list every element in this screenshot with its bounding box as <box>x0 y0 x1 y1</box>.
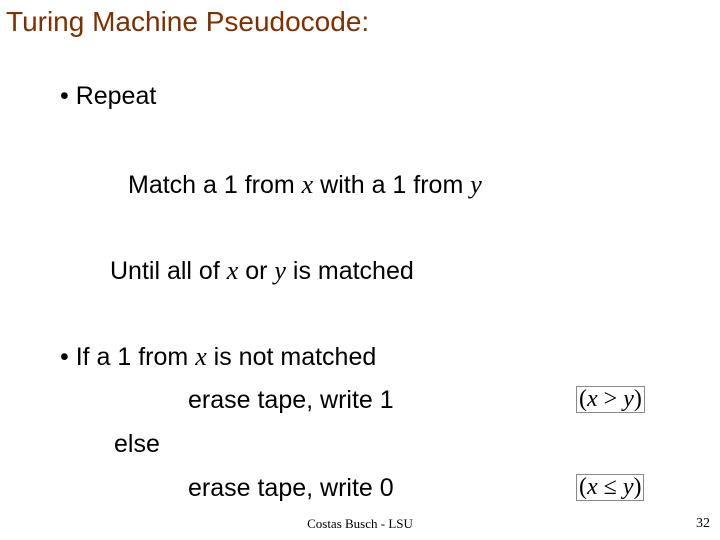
slide-title: Turing Machine Pseudocode: <box>6 6 369 38</box>
var-x: x <box>302 170 314 199</box>
paren-open: ( <box>579 386 587 412</box>
var-y: y <box>623 386 634 412</box>
text-until-or: or <box>238 257 274 285</box>
text-match-before-x: Match a 1 from <box>128 171 302 199</box>
condition-x-gt-y: (x > y) <box>576 386 645 413</box>
paren-close: ) <box>633 474 641 500</box>
footer-author: Costas Busch - LSU <box>0 516 720 532</box>
paren-close: ) <box>634 386 642 412</box>
line-erase-1: erase tape, write 1 <box>188 386 394 415</box>
bullet-repeat: • Repeat <box>60 82 156 111</box>
var-y: y <box>470 170 482 199</box>
line-else: else <box>114 430 160 459</box>
rel-le: ≤ <box>598 474 623 500</box>
line-erase-2: erase tape, write 0 <box>188 474 394 503</box>
var-x: x <box>227 256 239 285</box>
line-match: Match a 1 from x with a 1 from y <box>128 170 482 200</box>
var-x: x <box>587 386 598 412</box>
var-y: y <box>274 256 286 285</box>
text-if-after: is not matched <box>207 343 377 371</box>
text-match-between: with a 1 from <box>313 171 470 199</box>
slide: Turing Machine Pseudocode: • Repeat Matc… <box>0 0 720 540</box>
line-until: Until all of x or y is matched <box>110 256 414 286</box>
var-x: x <box>195 342 207 371</box>
text-if-before-x: • If a 1 from <box>60 343 195 371</box>
text-until-after: is matched <box>286 257 414 285</box>
condition-x-le-y: (x ≤ y) <box>576 474 644 501</box>
var-x: x <box>587 474 598 500</box>
footer-page-number: 32 <box>696 516 710 532</box>
text-until-before-x: Until all of <box>110 257 227 285</box>
bullet-if: • If a 1 from x is not matched <box>60 342 376 372</box>
var-y: y <box>623 474 634 500</box>
rel-gt: > <box>598 386 624 412</box>
paren-open: ( <box>579 474 587 500</box>
